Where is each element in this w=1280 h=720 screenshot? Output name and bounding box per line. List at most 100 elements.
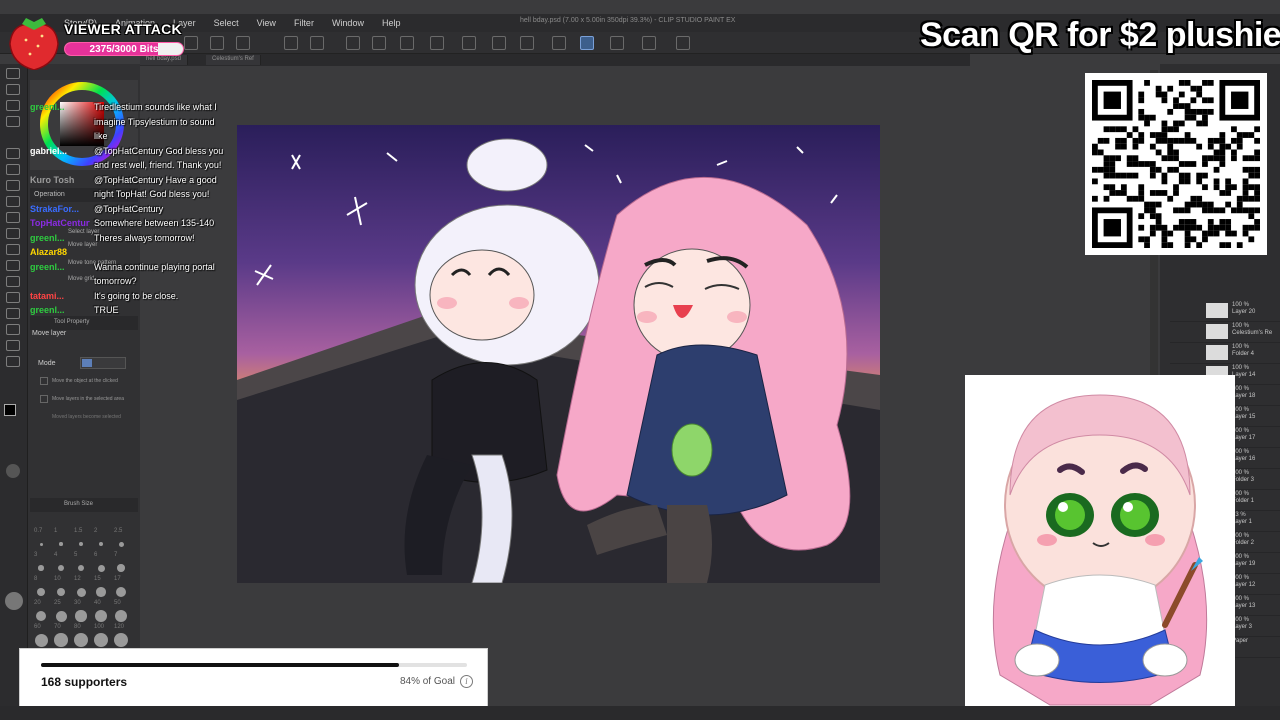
eyedropper-icon[interactable] xyxy=(6,116,20,127)
selection-border-icon[interactable] xyxy=(520,36,534,50)
chat-username[interactable]: greenl... xyxy=(30,303,90,318)
menu-item-view[interactable]: View xyxy=(257,18,276,28)
brush-size-option[interactable] xyxy=(116,587,126,597)
chat-username[interactable]: greenl... xyxy=(30,260,90,275)
brush-size-option[interactable] xyxy=(114,609,128,623)
mode-select[interactable] xyxy=(80,357,126,369)
layer-name: Folder 4 xyxy=(1232,351,1255,357)
chat-username[interactable]: gabriel... xyxy=(30,144,90,159)
clear-icon[interactable] xyxy=(346,36,360,50)
grid-snap-icon[interactable] xyxy=(610,36,624,50)
text-tool-icon[interactable] xyxy=(6,324,20,335)
chat-username[interactable]: Kuro Tosh xyxy=(30,173,90,188)
brush-size-label: 8 xyxy=(34,576,38,582)
qr-code[interactable] xyxy=(1085,73,1267,255)
brush-size-label: 80 xyxy=(74,624,81,630)
new-file-icon[interactable] xyxy=(184,36,198,50)
menu-item-select[interactable]: Select xyxy=(214,18,239,28)
brush-size-option[interactable] xyxy=(114,633,128,647)
redo-icon[interactable] xyxy=(310,36,324,50)
brush-size-option[interactable] xyxy=(35,610,47,622)
move-tool-icon[interactable] xyxy=(6,84,20,95)
brush-size-option[interactable] xyxy=(55,610,67,622)
save-icon[interactable] xyxy=(236,36,250,50)
pen-tool-icon[interactable] xyxy=(6,148,20,159)
figure-tool-icon[interactable] xyxy=(6,276,20,287)
layer-icon[interactable] xyxy=(642,36,656,50)
layer-row[interactable]: 100 % Celestium's Re xyxy=(1170,321,1280,343)
option-checkbox-2[interactable] xyxy=(40,395,48,403)
layer-row[interactable]: 100 % Folder 4 xyxy=(1170,342,1280,364)
layer-name: Layer 15 xyxy=(1232,414,1256,420)
chat-username[interactable]: StrakaFor... xyxy=(30,202,90,217)
gradient-tool-icon[interactable] xyxy=(6,260,20,271)
brush-size-option[interactable] xyxy=(98,541,104,547)
brush-size-option[interactable] xyxy=(38,565,44,571)
bits-progress-bar: 2375/3000 Bits xyxy=(64,42,184,56)
transform-icon[interactable] xyxy=(400,36,414,50)
layer-row[interactable]: 100 % Layer 20 xyxy=(1170,300,1280,322)
select-tool-icon[interactable] xyxy=(6,100,20,111)
brush-size-option[interactable] xyxy=(96,587,106,597)
brush-size-option[interactable] xyxy=(94,633,108,647)
brush-size-option[interactable] xyxy=(117,564,125,572)
correct-line-tool-icon[interactable] xyxy=(6,356,20,367)
invert-selection-icon[interactable] xyxy=(492,36,506,50)
chat-username[interactable]: greenl... xyxy=(30,231,90,246)
brush-size-option[interactable] xyxy=(59,542,63,546)
size-dial[interactable] xyxy=(6,464,20,478)
eraser-tool-icon[interactable] xyxy=(6,212,20,223)
brush-size-option[interactable] xyxy=(34,633,48,647)
fill-tool-icon[interactable] xyxy=(6,244,20,255)
brush-size-option[interactable] xyxy=(74,633,88,647)
menu-item-filter[interactable]: Filter xyxy=(294,18,314,28)
opacity-dial[interactable] xyxy=(5,592,23,610)
tool-property-title: Move layer xyxy=(32,330,67,337)
layer-label: 100 % Folder 1 xyxy=(1232,491,1254,505)
brush-size-option[interactable] xyxy=(77,564,85,572)
brush-size-option[interactable] xyxy=(118,541,124,547)
tab-celestium-ref[interactable]: Celestium's Ref xyxy=(206,55,261,65)
chat-username[interactable]: greenl... xyxy=(30,100,90,115)
canvas-artwork[interactable] xyxy=(237,125,880,583)
menu-item-help[interactable]: Help xyxy=(382,18,401,28)
layer-name: Layer 13 xyxy=(1232,603,1256,609)
menu-item-window[interactable]: Window xyxy=(332,18,364,28)
brush-size-option[interactable] xyxy=(54,633,68,647)
frame-tool-icon[interactable] xyxy=(6,292,20,303)
balloon-tool-icon[interactable] xyxy=(6,340,20,351)
brush-size-option[interactable] xyxy=(75,610,87,622)
brush-size-option[interactable] xyxy=(79,542,83,546)
chat-username[interactable]: TopHatCentury xyxy=(30,216,90,231)
tool-palette xyxy=(0,64,28,720)
brush-size-option[interactable] xyxy=(39,542,43,546)
deselect-icon[interactable] xyxy=(462,36,476,50)
brush-size-option[interactable] xyxy=(56,587,66,597)
pencil-tool-icon[interactable] xyxy=(6,164,20,175)
brush-size-label: 50 xyxy=(114,600,121,606)
main-color-swatch[interactable] xyxy=(4,404,16,416)
brush-size-option[interactable] xyxy=(97,564,105,572)
airbrush-tool-icon[interactable] xyxy=(6,196,20,207)
chat-username[interactable]: tatami... xyxy=(30,289,90,304)
layer-opacity: 100 % xyxy=(1232,533,1250,539)
brush-size-option[interactable] xyxy=(95,610,107,622)
crop-icon[interactable] xyxy=(430,36,444,50)
option-checkbox-1[interactable] xyxy=(40,377,48,385)
undo-icon[interactable] xyxy=(284,36,298,50)
brush-tool-icon[interactable] xyxy=(6,180,20,191)
help-icon[interactable] xyxy=(676,36,690,50)
blend-tool-icon[interactable] xyxy=(6,228,20,239)
special-ruler-snap-icon[interactable] xyxy=(580,36,594,50)
brush-size-option[interactable] xyxy=(58,565,64,571)
brush-size-label: 6 xyxy=(94,552,98,558)
fill-icon[interactable] xyxy=(372,36,386,50)
info-icon[interactable]: i xyxy=(460,675,473,688)
ruler-tool-icon[interactable] xyxy=(6,308,20,319)
open-file-icon[interactable] xyxy=(210,36,224,50)
brush-size-option[interactable] xyxy=(37,588,45,596)
layer-opacity: 100 % xyxy=(1232,344,1250,350)
chat-username[interactable]: Alazar88 xyxy=(30,245,90,260)
ruler-snap-icon[interactable] xyxy=(552,36,566,50)
brush-size-option[interactable] xyxy=(76,587,86,597)
